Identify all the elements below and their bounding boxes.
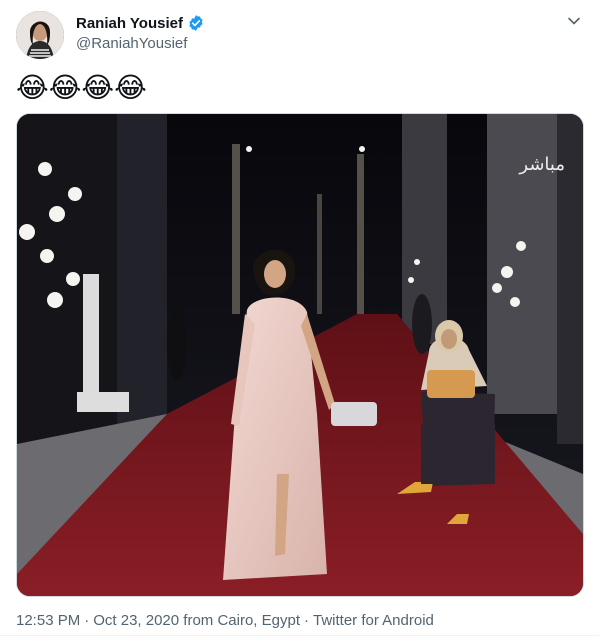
display-name[interactable]: Raniah Yousief bbox=[76, 15, 183, 32]
source-link[interactable]: Twitter for Android bbox=[313, 612, 434, 629]
date-location: Oct 23, 2020 from Cairo, Egypt bbox=[93, 612, 300, 629]
live-overlay-label: مباشر bbox=[519, 154, 565, 175]
tweet: Raniah Yousief @RaniahYousief 😂😂😂😂 مباشر… bbox=[0, 0, 599, 636]
user-handle[interactable]: @RaniahYousief bbox=[76, 35, 187, 52]
timestamp-link[interactable]: 12:53 PM bbox=[16, 612, 80, 629]
meta-separator: · bbox=[84, 612, 90, 629]
name-row: Raniah Yousief bbox=[76, 14, 205, 32]
tweet-media-photo[interactable]: مباشر bbox=[16, 113, 584, 597]
verified-badge-icon bbox=[187, 14, 205, 32]
avatar-image bbox=[16, 11, 64, 59]
avatar[interactable] bbox=[16, 11, 64, 59]
meta-separator: · bbox=[303, 612, 309, 629]
tweet-metadata: 12:53 PM · Oct 23, 2020 from Cairo, Egyp… bbox=[16, 612, 434, 629]
tweet-text: 😂😂😂😂 bbox=[16, 72, 147, 103]
red-carpet-photo bbox=[17, 114, 583, 596]
chevron-down-icon[interactable] bbox=[567, 14, 581, 28]
